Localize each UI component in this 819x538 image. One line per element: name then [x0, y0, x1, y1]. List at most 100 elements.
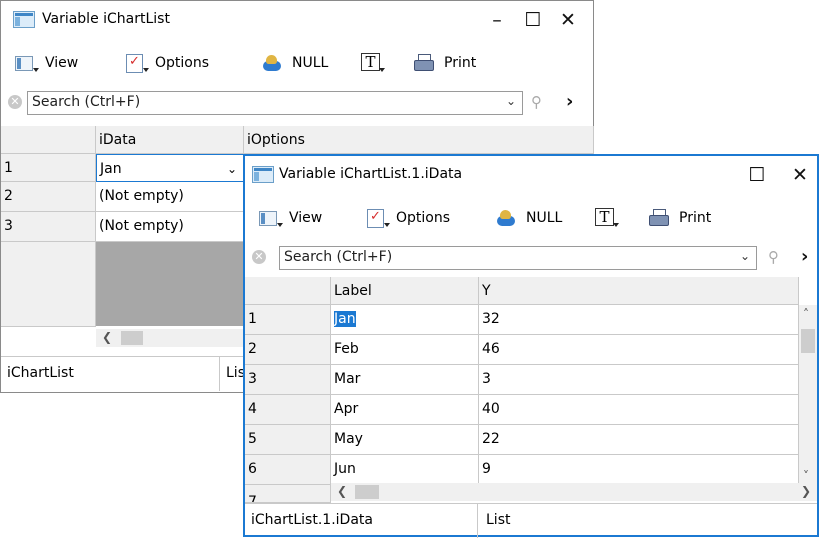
- next-icon[interactable]: ›: [566, 91, 573, 112]
- print-button[interactable]: Print: [414, 51, 476, 75]
- column-header-idata[interactable]: iData: [96, 126, 244, 154]
- label-cell[interactable]: Jan: [331, 305, 479, 335]
- null-button[interactable]: NULL: [262, 51, 328, 75]
- table-row[interactable]: 3 Mar 3: [245, 365, 817, 395]
- options-button[interactable]: Options: [366, 206, 450, 230]
- corner-cell: [245, 277, 331, 305]
- scroll-down-icon[interactable]: ˅: [803, 469, 809, 483]
- y-cell[interactable]: 46: [479, 335, 799, 365]
- header-row: Label Y: [245, 277, 817, 305]
- print-label: Print: [679, 210, 712, 226]
- scrollbar-thumb[interactable]: [801, 329, 815, 353]
- column-header-label[interactable]: Label: [331, 277, 479, 305]
- table-row[interactable]: 5 May 22: [245, 425, 817, 455]
- options-icon: [126, 54, 143, 73]
- window-title: Variable iChartList: [42, 11, 170, 27]
- text-icon: T: [595, 208, 614, 226]
- table-row[interactable]: 4 Apr 40: [245, 395, 817, 425]
- view-button[interactable]: View: [259, 206, 322, 230]
- search-icon[interactable]: ⚲: [531, 93, 542, 111]
- null-icon: [497, 210, 515, 226]
- scrollbar-thumb[interactable]: [355, 485, 379, 499]
- maximize-icon[interactable]: ☐: [743, 162, 771, 188]
- y-cell[interactable]: 9: [479, 455, 799, 485]
- null-icon: [263, 55, 281, 71]
- print-button[interactable]: Print: [649, 206, 711, 230]
- row-number[interactable]: 3: [245, 365, 331, 395]
- title-bar[interactable]: Variable iChartList – ☐ ✕: [1, 1, 593, 41]
- row-number[interactable]: 1: [245, 305, 331, 335]
- row-number[interactable]: 6: [245, 455, 331, 485]
- scroll-left-icon[interactable]: ❮: [102, 330, 112, 344]
- status-variable-name: iChartList: [7, 365, 74, 381]
- view-icon: [259, 211, 277, 226]
- row-number[interactable]: 2: [245, 335, 331, 365]
- row-number[interactable]: 1: [1, 154, 96, 182]
- chevron-down-icon[interactable]: ⌄: [506, 94, 516, 108]
- scroll-left-icon[interactable]: ❮: [337, 484, 347, 498]
- cell-value: Jan: [100, 161, 122, 177]
- options-label: Options: [396, 210, 451, 226]
- row-number[interactable]: 7: [245, 485, 331, 503]
- toolbar: View Options NULL T Print: [1, 46, 593, 80]
- y-cell[interactable]: 22: [479, 425, 799, 455]
- scroll-right-icon[interactable]: ❯: [801, 484, 811, 498]
- column-header-ioptions[interactable]: iOptions: [244, 126, 594, 154]
- print-icon: [414, 54, 434, 71]
- clear-search-icon[interactable]: ✕: [8, 95, 22, 109]
- maximize-icon[interactable]: ☐: [519, 7, 547, 33]
- options-button[interactable]: Options: [125, 51, 209, 75]
- y-cell[interactable]: 32: [479, 305, 799, 335]
- app-icon: [252, 166, 274, 183]
- text-format-button[interactable]: T: [361, 51, 391, 75]
- y-cell[interactable]: 40: [479, 395, 799, 425]
- search-bar: ✕ Search (Ctrl+F) ⌄ ⚲ ›: [245, 245, 817, 273]
- search-bar: ✕ Search (Ctrl+F) ⌄ ⚲ ›: [1, 90, 593, 118]
- table-row[interactable]: 2 Feb 46: [245, 335, 817, 365]
- search-placeholder: Search (Ctrl+F): [32, 94, 141, 110]
- column-header-y[interactable]: Y: [479, 277, 799, 305]
- clear-search-icon[interactable]: ✕: [252, 250, 266, 264]
- empty-grid-area: [96, 242, 244, 326]
- print-label: Print: [444, 55, 477, 71]
- label-cell[interactable]: Mar: [331, 365, 479, 395]
- search-input[interactable]: Search (Ctrl+F) ⌄: [27, 91, 523, 115]
- minimize-icon[interactable]: –: [483, 7, 511, 33]
- null-button[interactable]: NULL: [496, 206, 562, 230]
- y-cell[interactable]: 3: [479, 365, 799, 395]
- close-icon[interactable]: ✕: [786, 162, 814, 188]
- horizontal-scrollbar[interactable]: ❮: [96, 329, 244, 347]
- row-header-empty: [1, 242, 96, 327]
- row-number[interactable]: 5: [245, 425, 331, 455]
- scrollbar-thumb[interactable]: [121, 331, 143, 345]
- null-label: NULL: [292, 55, 329, 71]
- search-icon[interactable]: ⚲: [768, 248, 779, 266]
- idata-cell[interactable]: (Not empty): [96, 212, 244, 242]
- label-cell[interactable]: Jun: [331, 455, 479, 485]
- scroll-up-icon[interactable]: ˄: [803, 307, 809, 321]
- table-row[interactable]: 1 Jan 32: [245, 305, 817, 335]
- title-bar[interactable]: Variable iChartList.1.iData ☐ ✕: [245, 156, 817, 196]
- idata-cell[interactable]: (Not empty): [96, 182, 244, 212]
- table-row[interactable]: 6 Jun 9: [245, 455, 817, 485]
- search-input[interactable]: Search (Ctrl+F) ⌄: [279, 246, 757, 270]
- cell-value: Jan: [334, 311, 356, 327]
- close-icon[interactable]: ✕: [554, 7, 582, 33]
- view-button[interactable]: View: [15, 51, 78, 75]
- options-icon: [367, 209, 384, 228]
- horizontal-scrollbar[interactable]: ❮ ❯: [331, 483, 817, 501]
- view-icon: [15, 56, 33, 71]
- label-cell[interactable]: May: [331, 425, 479, 455]
- text-format-button[interactable]: T: [595, 206, 625, 230]
- vertical-scrollbar[interactable]: ˄ ˅: [799, 305, 817, 485]
- label-cell[interactable]: Feb: [331, 335, 479, 365]
- row-number[interactable]: 4: [245, 395, 331, 425]
- row-number[interactable]: 3: [1, 212, 96, 242]
- label-cell[interactable]: Apr: [331, 395, 479, 425]
- chevron-down-icon[interactable]: ⌄: [740, 249, 750, 263]
- view-label: View: [45, 55, 79, 71]
- row-number[interactable]: 2: [1, 182, 96, 212]
- next-icon[interactable]: ›: [801, 246, 808, 267]
- chevron-down-icon[interactable]: ⌄: [227, 155, 237, 181]
- idata-cell[interactable]: Jan ⌄: [96, 154, 244, 182]
